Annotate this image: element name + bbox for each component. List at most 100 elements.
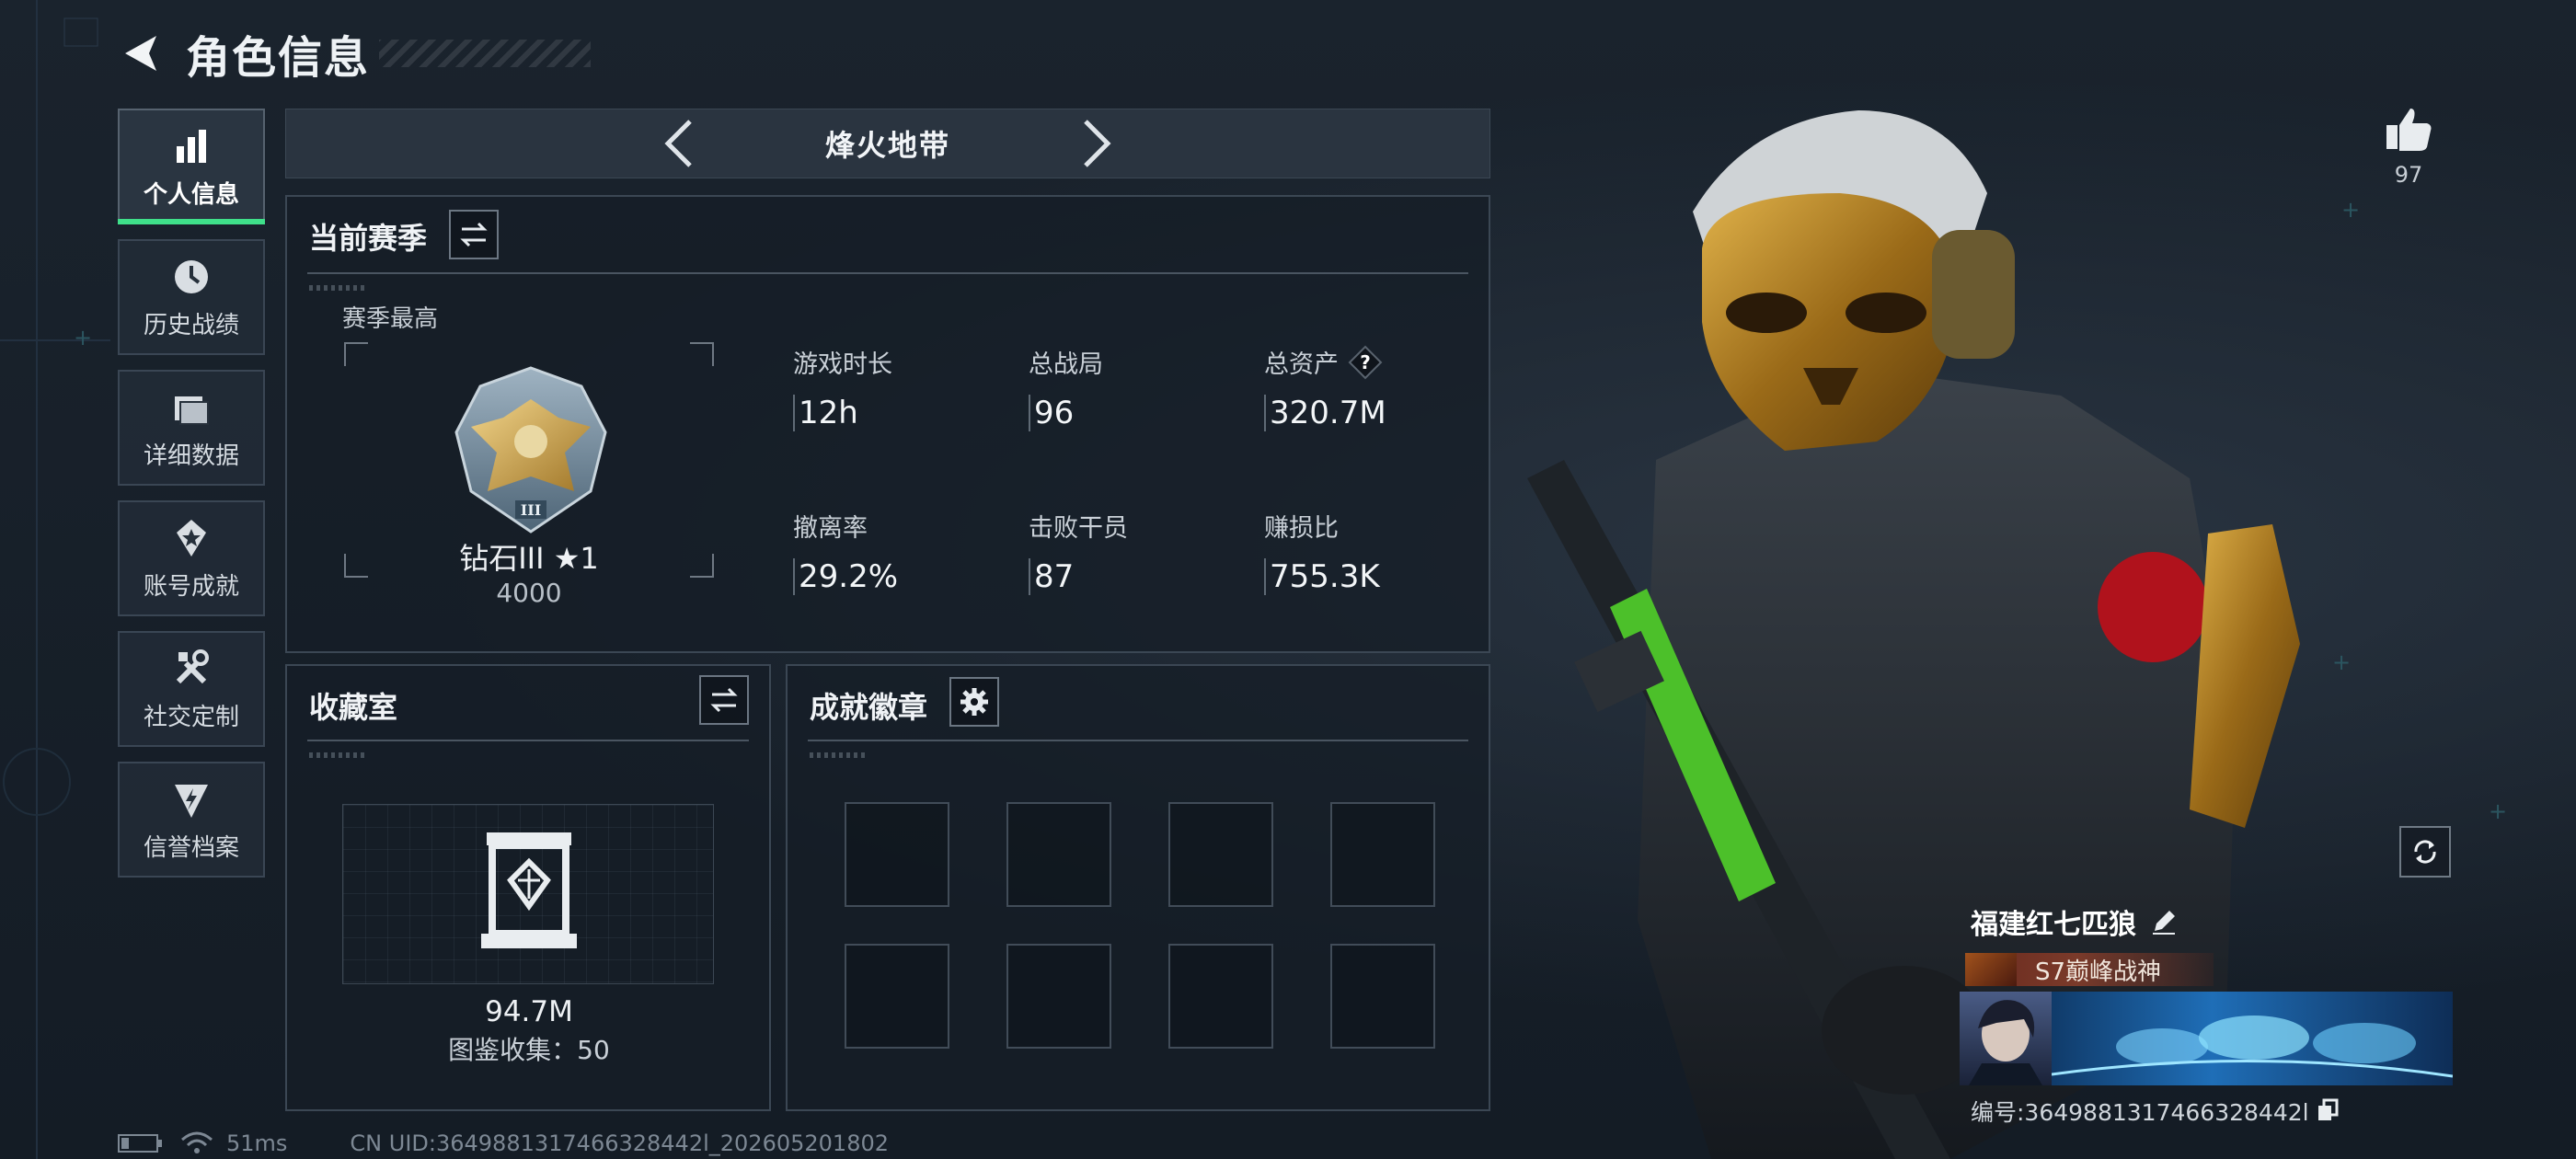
player-name: 福建红七匹狼 bbox=[1971, 909, 2136, 941]
help-icon[interactable]: ? bbox=[1348, 345, 1383, 380]
rank-name: 钻石III ★1 bbox=[459, 541, 599, 576]
sidebar-item-personal-info[interactable]: 个人信息 bbox=[118, 109, 265, 224]
badge-slot[interactable] bbox=[1168, 944, 1273, 1049]
player-title: S7巅峰战神 bbox=[2035, 958, 2162, 986]
badge-slot[interactable] bbox=[1330, 944, 1435, 1049]
svg-text:?: ? bbox=[1360, 351, 1371, 373]
stat-value: 755.3K bbox=[1264, 558, 1380, 595]
badge-slot[interactable] bbox=[845, 802, 949, 907]
stat-total-matches: 总战局 96 bbox=[1029, 344, 1103, 431]
wifi-icon bbox=[181, 1131, 213, 1153]
copy-icon[interactable] bbox=[2315, 1098, 2340, 1124]
sidebar-item-label: 历史战绩 bbox=[143, 311, 239, 339]
panel-divider bbox=[307, 740, 749, 741]
tools-icon bbox=[176, 648, 209, 683]
swap-icon bbox=[460, 222, 488, 247]
current-season-panel: 当前赛季 赛季最高 III 钻石III ★1 4000 游戏时长 12h 总战局… bbox=[285, 195, 1490, 653]
stat-total-assets: 总资产 ? 320.7M bbox=[1264, 344, 1386, 431]
stat-profit-loss-ratio: 赚损比 755.3K bbox=[1264, 508, 1380, 595]
display-case-icon bbox=[481, 832, 577, 948]
gear-icon bbox=[960, 688, 988, 716]
decoration-tag bbox=[810, 752, 865, 758]
sidebar-item-history[interactable]: 历史战绩 bbox=[118, 239, 265, 355]
stat-label: 总战局 bbox=[1029, 350, 1103, 379]
panel-title: 当前赛季 bbox=[309, 221, 428, 256]
collection-panel[interactable]: 收藏室 94.7M 图鉴收集：50 bbox=[285, 664, 771, 1111]
stat-label: 游戏时长 bbox=[793, 350, 892, 379]
collection-switch-button[interactable] bbox=[699, 675, 749, 725]
bar-chart-icon bbox=[177, 129, 206, 163]
sidebar-item-detailed-data[interactable]: 详细数据 bbox=[118, 370, 265, 486]
thumbs-up-icon bbox=[2386, 109, 2432, 151]
collection-display bbox=[342, 804, 714, 984]
rank-emblem-icon: III bbox=[454, 366, 607, 534]
season-best-label: 赛季最高 bbox=[342, 305, 439, 333]
season-switch-button[interactable] bbox=[449, 210, 499, 259]
rank-points: 4000 bbox=[496, 578, 562, 608]
collection-value: 94.7M bbox=[485, 995, 573, 1028]
battery-icon bbox=[118, 1134, 162, 1153]
stat-label: 撤离率 bbox=[793, 514, 868, 543]
stat-label: 总资产 bbox=[1264, 350, 1339, 379]
stat-value: 12h bbox=[793, 395, 892, 431]
decoration-tag bbox=[309, 285, 364, 291]
refresh-icon bbox=[2414, 840, 2436, 864]
mode-title: 烽火地带 bbox=[824, 128, 950, 163]
player-title-bar: S7巅峰战神 bbox=[1965, 953, 2214, 986]
swap-icon bbox=[710, 687, 738, 713]
stat-label: 赚损比 bbox=[1264, 514, 1339, 543]
achievement-star-icon bbox=[177, 519, 206, 557]
history-clock-icon bbox=[175, 259, 208, 293]
badge-slot[interactable] bbox=[1006, 944, 1111, 1049]
back-button[interactable] bbox=[118, 30, 164, 76]
panel-divider bbox=[808, 740, 1468, 741]
player-banner[interactable] bbox=[1960, 992, 2453, 1085]
stat-operators-defeated: 击败干员 87 bbox=[1029, 508, 1128, 595]
badge-slot[interactable] bbox=[1006, 802, 1111, 907]
banner-art bbox=[2052, 992, 2453, 1085]
stat-label-row: 总资产 ? bbox=[1264, 344, 1386, 380]
decoration-tag bbox=[309, 752, 364, 758]
sidebar-item-reputation[interactable]: 信誉档案 bbox=[118, 762, 265, 878]
title-emblem-icon bbox=[1965, 953, 2017, 986]
stat-value: 87 bbox=[1029, 558, 1128, 595]
like-count: 97 bbox=[2394, 162, 2423, 188]
back-arrow-icon bbox=[125, 36, 156, 71]
mode-next-button[interactable] bbox=[1079, 116, 1116, 171]
refresh-model-button[interactable] bbox=[2399, 826, 2451, 878]
player-name-row: 福建红七匹狼 bbox=[1958, 901, 2455, 942]
sidebar-item-label: 信誉档案 bbox=[143, 833, 239, 862]
chevron-right-icon bbox=[1084, 120, 1111, 167]
page-title: 角色信息 bbox=[186, 32, 371, 84]
sidebar-item-label: 个人信息 bbox=[143, 180, 239, 209]
sidebar: 个人信息 历史战绩 详细数据 账号成就 社交定制 信誉档案 bbox=[118, 109, 265, 892]
player-uid-row: 编号:3649881317466328442l bbox=[1958, 1095, 2455, 1128]
badge-slot[interactable] bbox=[845, 944, 949, 1049]
sidebar-item-label: 社交定制 bbox=[143, 703, 239, 731]
status-bar: 51ms CN UID:3649881317466328442l_2026052… bbox=[118, 1130, 889, 1157]
panel-title: 收藏室 bbox=[309, 690, 398, 725]
chevron-left-icon bbox=[664, 120, 692, 167]
title-decoration bbox=[379, 40, 592, 67]
page-header: 角色信息 bbox=[118, 26, 592, 84]
panel-title: 成就徽章 bbox=[810, 690, 928, 725]
achievement-badges-panel[interactable]: 成就徽章 bbox=[786, 664, 1490, 1111]
uid-text: CN UID:3649881317466328442l_202605201802 bbox=[350, 1130, 889, 1156]
panel-divider bbox=[307, 272, 1468, 274]
edit-pencil-icon[interactable] bbox=[2149, 907, 2179, 936]
badge-settings-button[interactable] bbox=[949, 677, 999, 727]
sidebar-item-social-custom[interactable]: 社交定制 bbox=[118, 631, 265, 747]
avatar bbox=[1960, 992, 2052, 1085]
sidebar-item-label: 详细数据 bbox=[143, 442, 239, 470]
sidebar-item-account-achievement[interactable]: 账号成就 bbox=[118, 500, 265, 616]
collection-count: 图鉴收集：50 bbox=[448, 1035, 610, 1065]
stat-extraction-rate: 撤离率 29.2% bbox=[793, 508, 898, 595]
mode-prev-button[interactable] bbox=[660, 116, 696, 171]
badge-slot[interactable] bbox=[1168, 802, 1273, 907]
latency-text: 51ms bbox=[226, 1130, 288, 1156]
folder-icon bbox=[175, 396, 209, 425]
badge-slot[interactable] bbox=[1330, 802, 1435, 907]
shield-lightning-icon bbox=[175, 784, 208, 818]
like-button[interactable]: 97 bbox=[2381, 103, 2436, 188]
stat-label: 击败干员 bbox=[1029, 514, 1128, 543]
